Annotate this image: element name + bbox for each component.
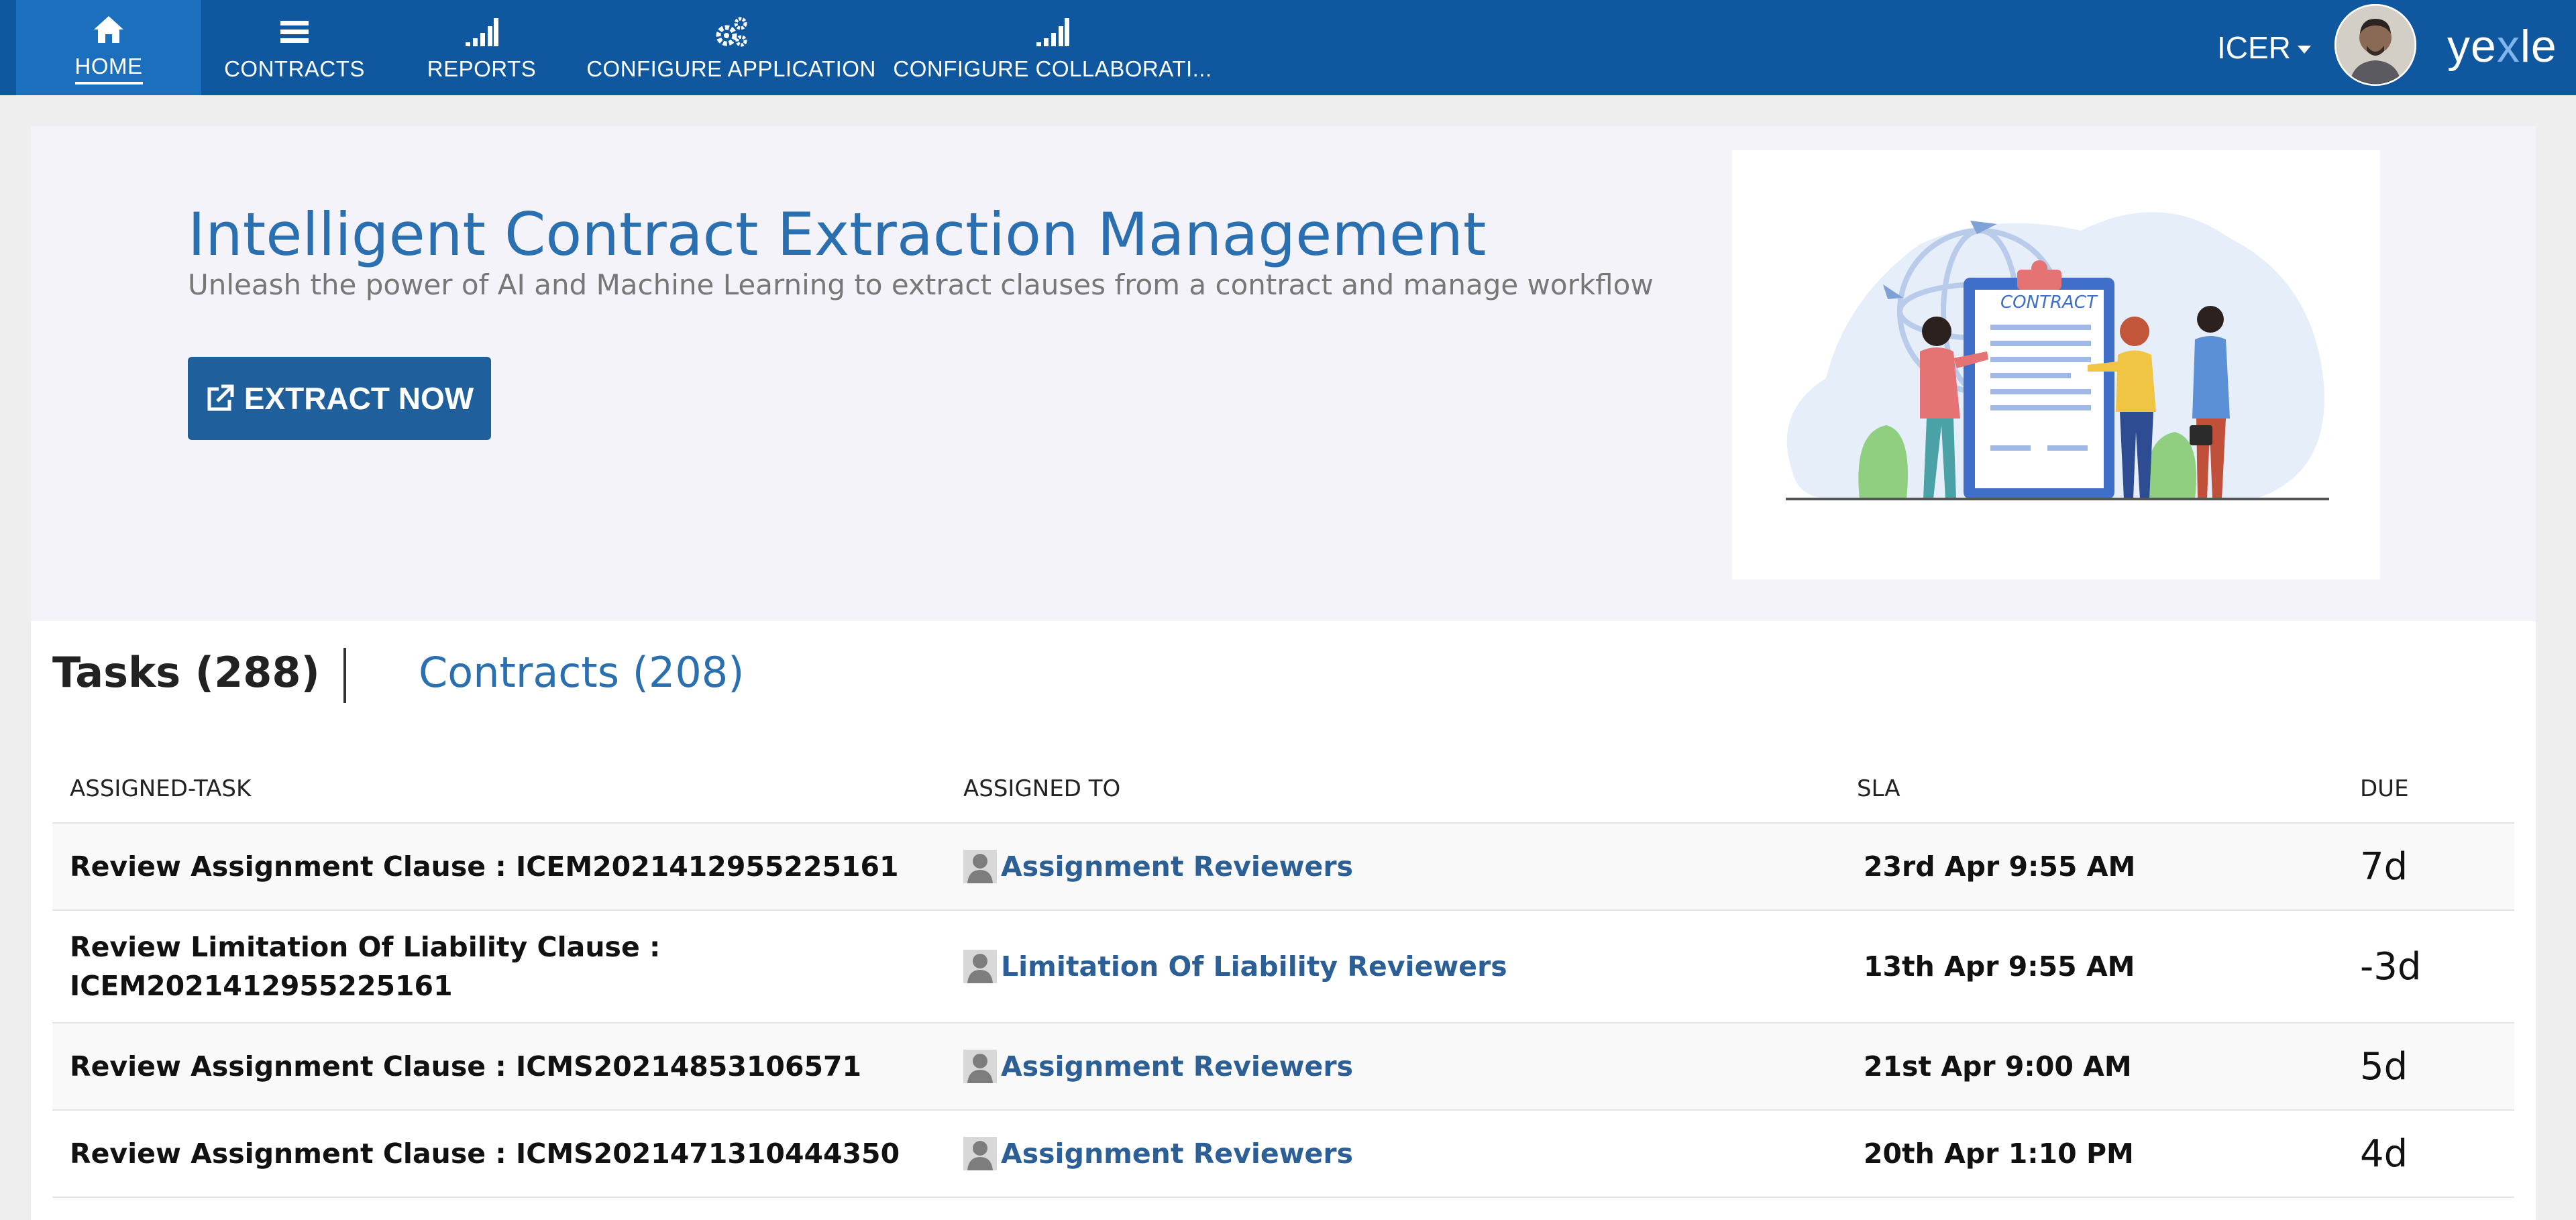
top-navigation-bar: HOME CONTRACTS REPORTS CONFIGURE APPLICA… <box>0 0 2576 95</box>
nav-reports-label: REPORTS <box>427 56 537 81</box>
due-cell: 5d <box>2343 1023 2514 1111</box>
hero-subtitle: Unleash the power of AI and Machine Lear… <box>188 268 1654 301</box>
avatar[interactable] <box>2334 4 2416 86</box>
table-header-row: ASSIGNED-TASK ASSIGNED TO SLA DUE <box>52 755 2514 824</box>
signal-bars-icon <box>1034 13 1071 51</box>
nav-configure-application-label: CONFIGURE APPLICATION <box>586 56 876 81</box>
tasks-table: ASSIGNED-TASK ASSIGNED TO SLA DUE Review… <box>52 755 2514 1198</box>
user-icon <box>963 1050 997 1083</box>
due-cell: 7d <box>2343 823 2514 911</box>
table-row[interactable]: Review Assignment Clause : ICEM202141295… <box>52 823 2514 911</box>
task-cell[interactable]: Review Assignment Clause : ICMS202148531… <box>52 1023 946 1111</box>
illustration-contract-text: CONTRACT <box>2000 292 2098 313</box>
nav-configure-application[interactable]: CONFIGURE APPLICATION <box>586 0 875 95</box>
due-cell: -3d <box>2343 910 2514 1023</box>
sla-cell: 21st Apr 9:00 AM <box>1839 1023 2343 1111</box>
table-row[interactable]: Review Assignment Clause : ICMS202147131… <box>52 1110 2514 1198</box>
hero-banner: Intelligent Contract Extraction Manageme… <box>31 126 2536 621</box>
user-name: ICER <box>2217 30 2291 65</box>
home-icon <box>90 11 127 48</box>
column-header-due[interactable]: DUE <box>2343 755 2514 824</box>
column-header-sla[interactable]: SLA <box>1839 755 2343 824</box>
assignee-link[interactable]: Assignment Reviewers <box>963 1137 1822 1170</box>
assignee-cell: Assignment Reviewers <box>946 823 1839 911</box>
menu-icon <box>276 13 313 51</box>
task-cell[interactable]: Review Limitation Of Liability Clause : … <box>52 910 946 1023</box>
nav-contracts-label: CONTRACTS <box>224 56 365 81</box>
contract-illustration: CONTRACT <box>1732 150 2380 579</box>
assignee-cell: Assignment Reviewers <box>946 1110 1839 1198</box>
signal-bars-icon <box>463 13 500 51</box>
column-header-assigned-to[interactable]: ASSIGNED TO <box>946 755 1839 824</box>
sla-cell: 13th Apr 9:55 AM <box>1839 910 2343 1023</box>
assignee-name: Assignment Reviewers <box>1001 1138 1353 1170</box>
nav-home[interactable]: HOME <box>16 0 201 95</box>
extract-now-button[interactable]: EXTRACT NOW <box>188 357 491 440</box>
user-icon <box>963 1137 997 1170</box>
assignee-name: Limitation Of Liability Reviewers <box>1001 950 1507 983</box>
task-cell[interactable]: Review Assignment Clause : ICMS202147131… <box>52 1110 946 1198</box>
nav-configure-collaboration-label: CONFIGURE COLLABORATI... <box>893 56 1212 81</box>
assignee-cell: Assignment Reviewers <box>946 1023 1839 1111</box>
nav-home-label: HOME <box>74 54 143 85</box>
column-header-assigned-task[interactable]: ASSIGNED-TASK <box>52 755 946 824</box>
assignee-cell: Limitation Of Liability Reviewers <box>946 910 1839 1023</box>
gears-icon <box>712 13 750 51</box>
nav-contracts[interactable]: CONTRACTS <box>212 0 377 95</box>
tab-contracts[interactable]: Contracts (208) <box>419 648 744 697</box>
sla-cell: 20th Apr 1:10 PM <box>1839 1110 2343 1198</box>
assignee-link[interactable]: Assignment Reviewers <box>963 1050 1822 1083</box>
assignee-link[interactable]: Limitation Of Liability Reviewers <box>963 950 1822 983</box>
external-link-icon <box>207 384 234 411</box>
assignee-link[interactable]: Assignment Reviewers <box>963 850 1822 883</box>
hero-title: Intelligent Contract Extraction Manageme… <box>188 200 1487 269</box>
tab-divider <box>343 648 346 703</box>
caret-down-icon <box>2297 46 2311 54</box>
sla-cell: 23rd Apr 9:55 AM <box>1839 823 2343 911</box>
assignee-name: Assignment Reviewers <box>1001 850 1353 883</box>
extract-now-label: EXTRACT NOW <box>244 381 474 416</box>
user-icon <box>963 850 997 883</box>
user-icon <box>963 950 997 983</box>
due-cell: 4d <box>2343 1110 2514 1198</box>
tab-tasks[interactable]: Tasks (288) <box>52 648 320 697</box>
table-row[interactable]: Review Assignment Clause : ICMS202148531… <box>52 1023 2514 1111</box>
task-cell[interactable]: Review Assignment Clause : ICEM202141295… <box>52 823 946 911</box>
yexle-logo: yexle <box>2447 21 2557 72</box>
user-menu[interactable]: ICER <box>2217 24 2311 71</box>
tasks-panel: Tasks (288) Contracts (208) ASSIGNED-TAS… <box>31 621 2536 1220</box>
nav-reports[interactable]: REPORTS <box>411 0 553 95</box>
assignee-name: Assignment Reviewers <box>1001 1050 1353 1083</box>
nav-configure-collaboration[interactable]: CONFIGURE COLLABORATI... <box>893 0 1212 95</box>
table-row[interactable]: Review Limitation Of Liability Clause : … <box>52 910 2514 1023</box>
